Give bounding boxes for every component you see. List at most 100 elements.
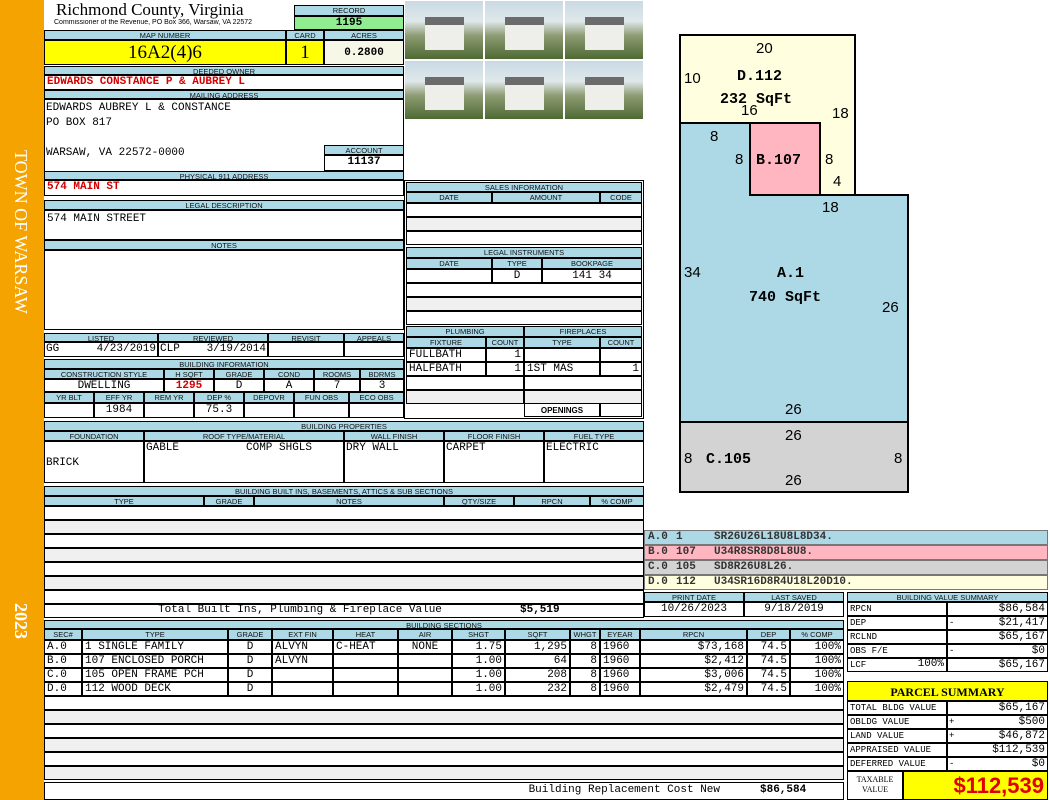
section-cell: B.0 (44, 654, 82, 668)
lcf-percent: 100% (917, 658, 944, 670)
section-cell: 1960 (600, 654, 640, 668)
properties-header: FLOOR FINISH (444, 431, 544, 441)
plumbing-cell: FULLBATH (406, 348, 486, 362)
review-cell (268, 342, 344, 357)
property-photo[interactable] (484, 60, 564, 120)
sketch-legend-code: 107 (676, 546, 696, 558)
builtins-row (44, 548, 644, 562)
section-cell: D (228, 668, 272, 682)
value-summary-label: OBS F/E (847, 644, 947, 658)
area-d-label: D.112 (737, 68, 782, 85)
builtins-row (44, 576, 644, 590)
section-cell: A.0 (44, 640, 82, 654)
parcel-summary-sign: + (949, 731, 955, 741)
building-info-value: 3 (360, 379, 404, 392)
legal-description: 574 MAIN STREET (44, 210, 404, 240)
builtins-row (44, 520, 644, 534)
sketch-legend-section: D.0 (648, 576, 668, 588)
section-cell (333, 668, 398, 682)
sections-header: GRADE (228, 629, 272, 640)
legal-instrument-row (406, 297, 642, 311)
sketch-legend-vector: SR26U26L18U8L8D34. (714, 531, 833, 543)
section-row (44, 710, 844, 724)
parcel-summary-label: APPRAISED VALUE (847, 743, 947, 757)
acres-label: ACRES (324, 30, 404, 40)
building-info-value (294, 403, 349, 418)
dim: 26 (785, 427, 802, 444)
sales-header: CODE (600, 192, 642, 203)
section-cell: 1 SINGLE FAMILY (82, 640, 228, 654)
building-info-value: 7 (314, 379, 360, 392)
building-info-header: REM YR (144, 392, 194, 403)
card-number: 1 (286, 40, 324, 65)
parcel-summary-sign (949, 744, 963, 756)
section-cell (333, 682, 398, 696)
parcel-summary-sign (949, 702, 963, 714)
building-info-value: 75.3 (194, 403, 244, 418)
dim: 8 (710, 128, 718, 145)
parcel-summary-label: LAND VALUE (847, 729, 947, 743)
property-photo[interactable] (484, 0, 564, 60)
section-cell (272, 668, 333, 682)
physical-address-label: PHYSICAL 911 ADDRESS (44, 171, 404, 180)
building-info-value (44, 403, 94, 418)
mailing-line: WARSAW, VA 22572-0000 (46, 147, 185, 159)
acres-value: 0.2800 (324, 40, 404, 65)
builtins-header: QTY/SIZE (444, 496, 514, 506)
notes-box[interactable] (44, 250, 404, 330)
commissioner-address: Commissioner of the Revenue, PO Box 366,… (54, 19, 253, 26)
property-photo[interactable] (404, 60, 484, 120)
sales-header: DATE (406, 192, 492, 203)
building-info-header: ROOMS (314, 369, 360, 379)
fuel-type-value: ELECTRIC (546, 442, 599, 454)
sketch-legend-vector: SD8R26U8L26. (714, 561, 794, 573)
section-row (44, 696, 844, 710)
section-cell: $73,168 (640, 640, 747, 654)
mailing-address-label: MAILING ADDRESS (44, 90, 404, 99)
value-summary-sign (949, 603, 963, 615)
section-cell: 1.75 (452, 640, 505, 654)
reviewed-by: CLP (160, 343, 180, 355)
mailing-line: EDWARDS AUBREY L & CONSTANCE (46, 102, 231, 114)
section-cell: D.0 (44, 682, 82, 696)
building-info-value: DWELLING (44, 379, 164, 392)
owner-name: EDWARDS CONSTANCE P & AUBREY L (44, 75, 404, 90)
builtins-row (44, 534, 644, 548)
record-label: RECORD (294, 5, 404, 16)
section-row (44, 724, 844, 738)
listed-date: 4/23/2019 (96, 343, 156, 355)
section-row (44, 738, 844, 752)
legal-instrument-row (406, 283, 642, 297)
builtins-row (44, 590, 644, 604)
section-cell: 1960 (600, 640, 640, 654)
sections-header: SHGT (452, 629, 505, 640)
section-cell: 112 WOOD DECK (82, 682, 228, 696)
sections-header: HEAT (333, 629, 398, 640)
property-photo[interactable] (404, 0, 484, 60)
fireplaces-header: TYPE (524, 337, 600, 348)
dim: 8 (825, 151, 833, 168)
dim: 16 (741, 102, 758, 119)
mailing-line: PO BOX 817 (46, 117, 113, 129)
section-cell: NONE (398, 640, 452, 654)
building-properties-title: BUILDING PROPERTIES (44, 421, 644, 431)
plumbing-row (406, 390, 524, 404)
building-info-value: D (214, 379, 264, 392)
print-date: 10/26/2023 (644, 602, 744, 617)
property-photo[interactable] (564, 60, 644, 120)
openings-value[interactable] (600, 403, 642, 417)
building-info-value: A (264, 379, 314, 392)
fireplace-cell (524, 348, 600, 362)
review-header: APPEALS (344, 333, 404, 342)
floor-finish-value: CARPET (446, 442, 486, 454)
building-info-header: DEPOVR (244, 392, 294, 403)
property-photo[interactable] (564, 0, 644, 60)
sales-header: AMOUNT (492, 192, 600, 203)
reviewed-date: 3/19/2014 (206, 343, 266, 355)
review-header: REVIEWED (158, 333, 268, 342)
building-sections-title: BUILDING SECTIONS (44, 620, 844, 629)
last-saved-label: LAST SAVED (744, 592, 844, 602)
building-info-header: DEP % (194, 392, 244, 403)
section-cell: 1,295 (505, 640, 570, 654)
dim: 34 (684, 264, 701, 281)
